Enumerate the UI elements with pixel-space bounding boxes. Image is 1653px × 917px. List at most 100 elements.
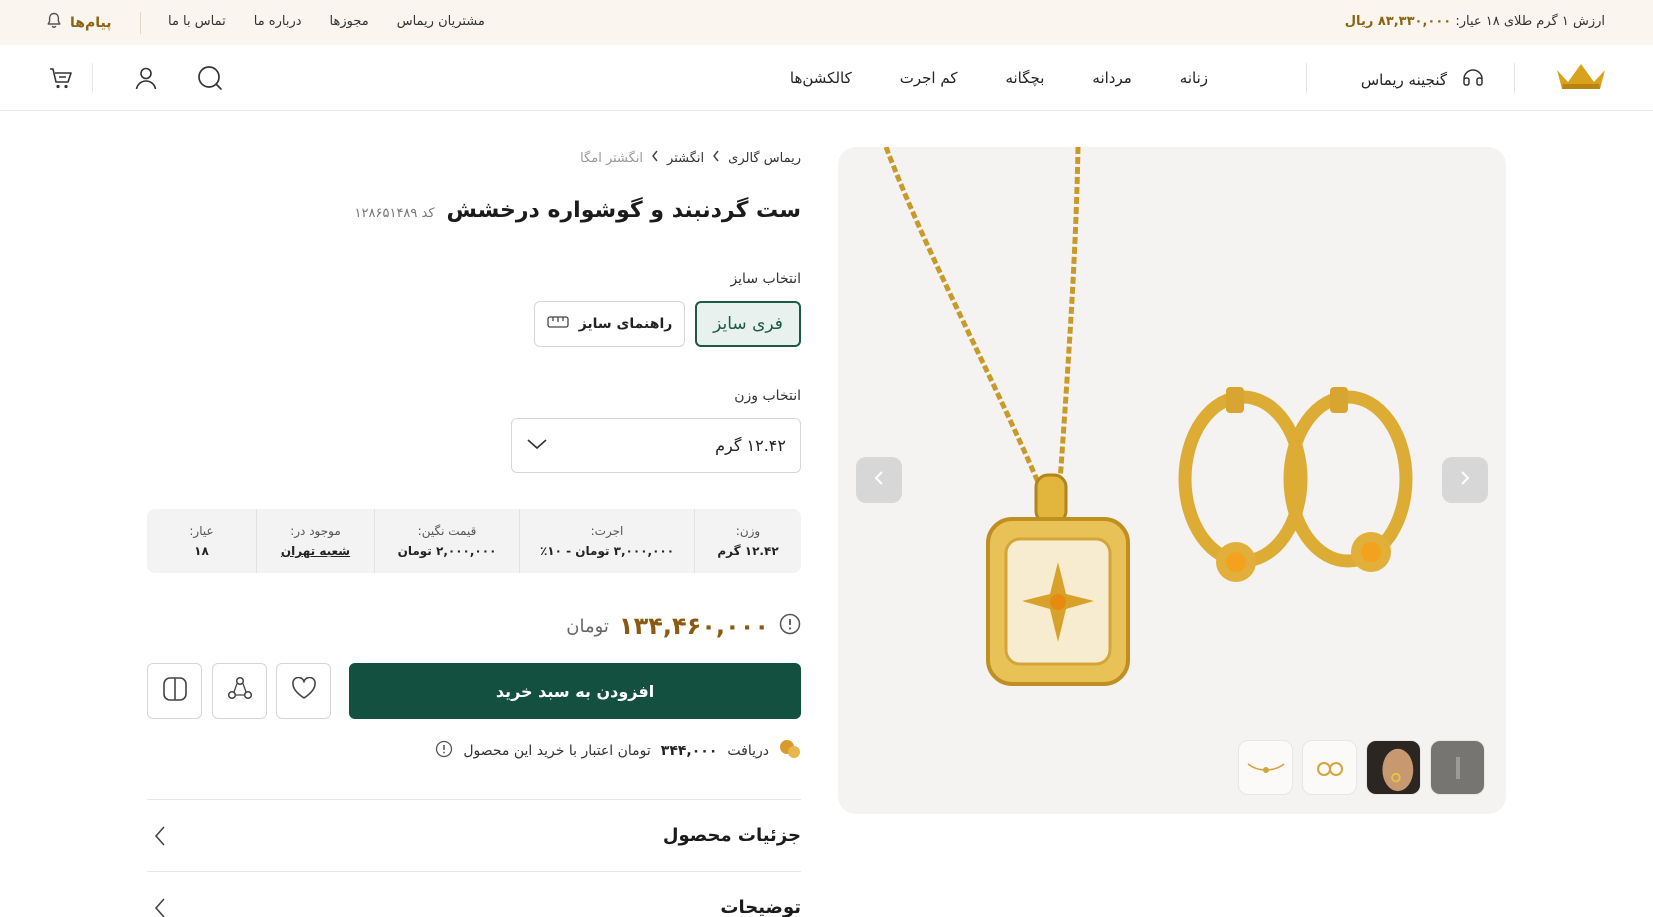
chevron-left-icon	[871, 470, 887, 490]
thumbnail-strip	[1238, 740, 1485, 795]
spec-key: اجرت:	[590, 524, 624, 538]
size-options: فری سایز راهنمای سایز	[534, 301, 801, 347]
treasury-link[interactable]: گنجینه ریماس	[1361, 67, 1485, 93]
credit-prefix: دریافت	[727, 743, 769, 759]
ruler-icon	[547, 316, 569, 332]
top-link-contact[interactable]: تماس با ما	[168, 14, 226, 29]
nav-item-low-wage[interactable]: کم اجرت	[900, 69, 958, 87]
divider	[1306, 63, 1307, 93]
header-actions	[44, 61, 227, 95]
spec-value: ۳,۰۰۰,۰۰۰ تومان - ۱۰٪	[539, 544, 675, 558]
thumbnail-selected[interactable]	[1430, 740, 1485, 795]
top-link-licenses[interactable]: مجوزها	[330, 14, 369, 29]
product-image	[883, 147, 1413, 686]
main-header: گنجینه ریماس زنانه مردانه بچگانه کم اجرت…	[0, 45, 1653, 111]
spec-key: موجود در:	[290, 524, 341, 538]
divider	[140, 12, 141, 34]
nav-item-men[interactable]: مردانه	[1092, 69, 1131, 87]
spec-key: قیمت نگین:	[417, 524, 477, 538]
spec-availability: موجود در: شعبه تهران	[256, 509, 374, 573]
chevron-left-icon	[651, 150, 659, 166]
messages-label: پیام‌ها	[70, 14, 112, 31]
branch-link[interactable]: شعبه تهران	[281, 544, 350, 558]
chevron-right-icon	[1457, 470, 1473, 490]
weight-select[interactable]: ۱۲.۴۲ گرم	[511, 418, 801, 473]
size-option-free[interactable]: فری سایز	[695, 301, 801, 347]
breadcrumb-current: انگشتر امگا	[580, 150, 644, 166]
thumbnail[interactable]	[1366, 740, 1421, 795]
info-icon[interactable]	[779, 613, 801, 639]
search-icon[interactable]	[193, 61, 227, 95]
nav-item-collections[interactable]: کالکشن‌ها	[790, 69, 852, 87]
chevron-left-icon	[712, 150, 720, 166]
spec-wage: اجرت: ۳,۰۰۰,۰۰۰ تومان - ۱۰٪	[519, 509, 694, 573]
info-icon[interactable]	[435, 740, 453, 762]
weight-selected-value: ۱۲.۴۲ گرم	[715, 436, 786, 455]
brand-logo[interactable]	[1554, 60, 1608, 98]
price-amount: ۱۳۴,۴۶۰,۰۰۰	[618, 612, 769, 640]
share-icon	[227, 676, 253, 706]
credit-info: دریافت ۳۴۴,۰۰۰ تومان اعتبار با خرید این …	[435, 739, 801, 763]
spec-value: ۲,۰۰۰,۰۰۰ تومان	[397, 544, 497, 558]
main-nav: زنانه مردانه بچگانه کم اجرت کالکشن‌ها	[790, 69, 1208, 87]
size-label: انتخاب سایز	[730, 271, 801, 287]
size-guide-button[interactable]: راهنمای سایز	[534, 301, 685, 347]
product-specs: وزن: ۱۲.۴۲ گرم اجرت: ۳,۰۰۰,۰۰۰ تومان - ۱…	[147, 509, 801, 573]
cart-icon[interactable]	[44, 61, 78, 95]
product-gallery	[838, 147, 1506, 814]
credit-amount: ۳۴۴,۰۰۰	[660, 743, 718, 759]
divider	[92, 63, 93, 93]
spec-key: وزن:	[735, 524, 761, 538]
accordion-title: جزئیات محصول	[662, 825, 801, 846]
divider	[147, 799, 801, 800]
breadcrumb: ریماس گالری انگشتر انگشتر امگا	[580, 150, 801, 166]
chevron-left-icon	[153, 825, 167, 851]
breadcrumb-item[interactable]: ریماس گالری	[728, 151, 801, 166]
heart-icon	[291, 676, 317, 705]
divider	[147, 871, 801, 872]
add-to-cart-button[interactable]: افزودن به سبد خرید	[349, 663, 801, 719]
treasury-label: گنجینه ریماس	[1360, 71, 1447, 89]
gold-price-value: ۸۳,۳۳۰,۰۰۰ ریال	[1344, 14, 1452, 29]
bell-icon	[46, 12, 62, 33]
user-icon[interactable]	[129, 61, 163, 95]
gold-price-info: ارزش ۱ گرم طلای ۱۸ عیار: ۸۳,۳۳۰,۰۰۰ ریال	[1345, 14, 1605, 29]
product-code: کد ۱۲۸۶۵۱۴۸۹	[355, 206, 435, 221]
accordion-product-details[interactable]: جزئیات محصول	[147, 817, 801, 857]
chevron-left-icon	[153, 897, 167, 917]
spec-stone-price: قیمت نگین: ۲,۰۰۰,۰۰۰ تومان	[374, 509, 519, 573]
product-code-value: ۱۲۸۶۵۱۴۸۹	[354, 206, 418, 221]
treasury-icon	[1461, 67, 1485, 93]
thumbnail[interactable]	[1238, 740, 1293, 795]
size-guide-label: راهنمای سایز	[578, 316, 673, 332]
nav-item-kids[interactable]: بچگانه	[1005, 69, 1044, 87]
breadcrumb-item[interactable]: انگشتر	[667, 151, 704, 166]
product-title: ست گردنبند و گوشواره درخشش	[446, 198, 801, 223]
price-row: ۱۳۴,۴۶۰,۰۰۰ تومان	[566, 612, 801, 640]
spec-value: ۱۲.۴۲ گرم	[717, 544, 779, 558]
coins-icon	[779, 739, 801, 763]
product-title-row: ست گردنبند و گوشواره درخشش کد ۱۲۸۶۵۱۴۸۹	[355, 198, 801, 223]
share-button[interactable]	[212, 663, 267, 719]
product-code-label: کد	[421, 206, 435, 221]
thumbnail[interactable]	[1302, 740, 1357, 795]
gallery-next-button[interactable]	[1442, 457, 1488, 503]
divider	[1514, 63, 1515, 93]
spec-key: عیار:	[189, 524, 214, 538]
spec-karat: عیار: ۱۸	[147, 509, 256, 573]
gold-price-label: ارزش ۱ گرم طلای ۱۸ عیار:	[1455, 14, 1605, 29]
compare-icon	[162, 676, 188, 706]
spec-value: ۱۸	[194, 544, 209, 558]
gallery-prev-button[interactable]	[856, 457, 902, 503]
messages-button[interactable]: پیام‌ها	[46, 12, 111, 33]
nav-item-women[interactable]: زنانه	[1180, 69, 1208, 87]
top-links: مشتریان ریماس مجوزها درباره ما تماس با م…	[168, 14, 485, 29]
top-link-about[interactable]: درباره ما	[254, 14, 302, 29]
weight-label: انتخاب وزن	[734, 388, 801, 404]
wishlist-button[interactable]	[276, 663, 331, 719]
top-info-bar: ارزش ۱ گرم طلای ۱۸ عیار: ۸۳,۳۳۰,۰۰۰ ریال…	[0, 0, 1653, 45]
accordion-description[interactable]: توضیحات	[147, 889, 801, 917]
top-link-customers[interactable]: مشتریان ریماس	[397, 14, 485, 29]
accordion-title: توضیحات	[720, 897, 801, 917]
compare-button[interactable]	[147, 663, 202, 719]
